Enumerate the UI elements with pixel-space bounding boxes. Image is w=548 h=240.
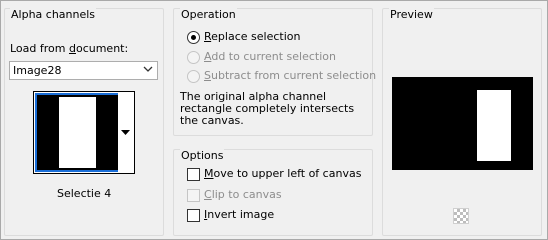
- invert-text: nvert image: [207, 208, 275, 221]
- preview-canvas: [392, 77, 533, 170]
- clip-accel: C: [204, 188, 212, 201]
- operation-note: The original alpha channel rectangle com…: [180, 90, 355, 127]
- preview-white-rect: [477, 90, 511, 161]
- replace-text: eplace selection: [211, 30, 301, 43]
- invert-image-checkbox[interactable]: [187, 209, 200, 222]
- add-to-selection-radio[interactable]: [187, 51, 200, 64]
- operation-title: Operation: [180, 8, 237, 21]
- subtract-from-selection-radio[interactable]: [187, 70, 200, 83]
- clip-to-canvas-label[interactable]: Clip to canvas: [204, 188, 282, 201]
- options-title: Options: [180, 149, 225, 162]
- move-to-upper-left-label[interactable]: Move to upper left of canvas: [204, 167, 361, 180]
- clip-to-canvas-checkbox[interactable]: [187, 189, 200, 202]
- replace-selection-label[interactable]: Replace selection: [204, 30, 300, 43]
- triangle-down-icon: [121, 130, 130, 135]
- load-label-text-end: ocument:: [75, 42, 129, 55]
- selection-name: Selectie 4: [57, 187, 112, 200]
- add-to-selection-label[interactable]: Add to current selection: [204, 50, 336, 63]
- thumbnail-selection-frame: [35, 93, 120, 172]
- invert-image-label[interactable]: Invert image: [204, 208, 274, 221]
- move-to-upper-left-checkbox[interactable]: [187, 168, 200, 181]
- load-label-text: Load from: [10, 42, 69, 55]
- subtract-accel: S: [204, 69, 211, 82]
- preview-title: Preview: [389, 8, 434, 21]
- alpha-channel-thumbnail[interactable]: [33, 91, 122, 174]
- subtract-text: ubtract from current selection: [210, 69, 377, 82]
- chevron-down-icon: [143, 66, 153, 72]
- load-label-accel: d: [68, 42, 76, 55]
- move-accel: M: [204, 167, 214, 180]
- load-from-document-label: Load from document:: [10, 42, 128, 55]
- thumbnail-white-rect: [59, 97, 96, 168]
- thumbnail-dropdown-button[interactable]: [118, 91, 135, 174]
- add-text: dd to current selection: [211, 50, 336, 63]
- replace-selection-radio[interactable]: [187, 31, 200, 44]
- document-select-value: Image28: [13, 64, 62, 77]
- document-select[interactable]: Image28: [9, 61, 158, 80]
- move-text: ove to upper left of canvas: [213, 167, 362, 180]
- alpha-channels-title: Alpha channels: [10, 8, 97, 21]
- clip-text: lip to canvas: [211, 188, 282, 201]
- subtract-from-selection-label[interactable]: Subtract from current selection: [204, 69, 376, 82]
- transparency-checker-icon[interactable]: [453, 208, 469, 224]
